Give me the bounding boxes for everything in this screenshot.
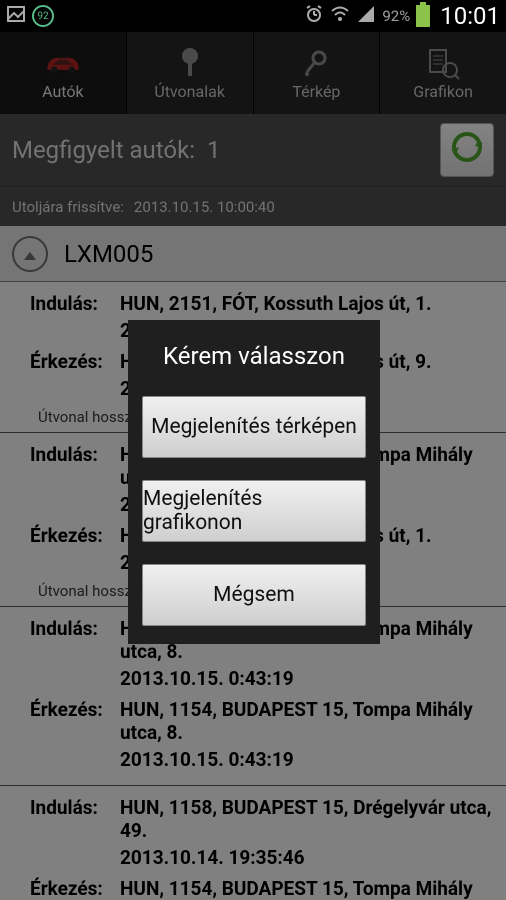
signal-icon	[356, 4, 376, 29]
status-clock: 10:01	[440, 2, 500, 30]
alarm-icon	[304, 4, 324, 29]
battery-icon	[416, 5, 430, 27]
app-frame: Autók Útvonalak Térkép Grafikon Megfigye…	[0, 32, 506, 900]
wifi-icon	[330, 4, 350, 29]
cancel-button[interactable]: Mégsem	[142, 564, 366, 626]
score-badge-icon: 92	[32, 5, 54, 27]
choice-dialog: Kérem válasszon Megjelenítés térképen Me…	[128, 320, 380, 644]
android-status-bar: 92 92% 10:01	[0, 0, 506, 32]
show-on-chart-button[interactable]: Megjelenítés grafikonon	[142, 480, 366, 542]
battery-percent: 92%	[382, 7, 410, 25]
show-on-map-button[interactable]: Megjelenítés térképen	[142, 396, 366, 458]
image-icon	[6, 4, 26, 29]
dialog-title: Kérem válasszon	[128, 320, 380, 396]
